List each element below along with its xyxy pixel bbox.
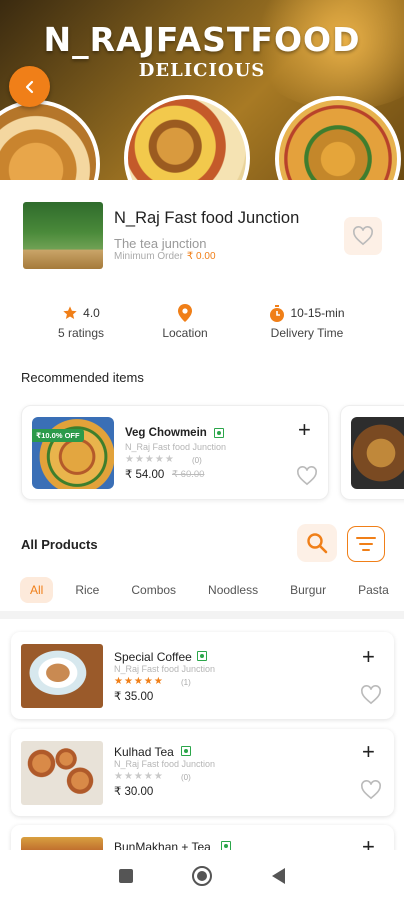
item-name: Special Coffee [114, 650, 192, 664]
item-restaurant: N_Raj Fast food Junction [114, 664, 216, 674]
category-tab-combos[interactable]: Combos [121, 577, 186, 603]
restaurant-page: N_RAJFASTFOOD DELICIOUS N_Raj Fast food … [0, 0, 404, 900]
minimum-order-value: ₹ 0.00 [186, 251, 216, 262]
restaurant-name: N_Raj Fast food Junction [114, 209, 300, 227]
timer-icon [270, 304, 285, 322]
item-image: ₹10.0% OFF [32, 417, 114, 489]
recommended-item-card[interactable]: ₹10.0% OFF Veg Chowmein N_Raj Fast food … [21, 405, 329, 500]
restaurant-tagline: The tea junction [114, 236, 207, 251]
category-tab-pasta[interactable]: Pasta [348, 577, 399, 603]
rating-value: 4.0 [83, 306, 100, 320]
item-rating-stars: ★★★★★ [114, 676, 164, 687]
veg-indicator-icon [197, 651, 207, 661]
restaurant-banner: N_RAJFASTFOOD DELICIOUS [0, 0, 404, 180]
recent-apps-icon[interactable] [118, 868, 134, 884]
category-tabs: All Rice Combos Noodless Burgur Pasta [20, 575, 404, 605]
location-label: Location [162, 326, 208, 340]
food-image-snacks [0, 100, 100, 180]
discount-badge: ₹10.0% OFF [32, 429, 84, 442]
veg-indicator-icon [181, 746, 191, 756]
ratings-count: 5 ratings [57, 326, 105, 340]
item-image [21, 741, 103, 805]
item-rating-count: (0) [192, 456, 202, 465]
item-rating-count: (0) [181, 773, 191, 782]
add-item-button[interactable]: + [298, 419, 311, 441]
veg-indicator-icon [214, 428, 224, 438]
food-image-burger [124, 95, 250, 180]
delivery-stat: 10-15-min Delivery Time [262, 304, 352, 340]
category-tab-noodless[interactable]: Noodless [198, 577, 268, 603]
star-icon [63, 306, 77, 319]
back-icon[interactable] [270, 867, 286, 885]
item-price: ₹ 35.00 [114, 691, 154, 703]
search-button[interactable] [297, 524, 337, 562]
location-pin-icon [178, 304, 192, 322]
heart-icon[interactable] [360, 780, 382, 800]
product-card[interactable]: Special Coffee N_Raj Fast food Junction … [11, 632, 394, 719]
heart-icon [353, 226, 373, 246]
section-divider [0, 611, 404, 619]
location-stat[interactable]: Location [150, 304, 220, 340]
add-item-button[interactable]: + [362, 646, 375, 668]
food-image-noodles [275, 96, 401, 180]
category-tab-all[interactable]: All [20, 577, 54, 603]
item-rating-count: (1) [181, 678, 191, 687]
system-navbar [0, 852, 404, 900]
home-icon[interactable] [191, 865, 213, 887]
recommended-item-card-next[interactable] [340, 405, 404, 500]
banner-subtitle: DELICIOUS [138, 60, 266, 81]
heart-icon[interactable] [360, 685, 382, 705]
item-name: Veg Chowmein [125, 427, 207, 439]
restaurant-thumbnail [23, 202, 103, 269]
delivery-time-value: 10-15-min [290, 306, 345, 320]
banner-title: N_RAJFASTFOOD [43, 20, 361, 59]
item-image [21, 644, 103, 708]
favorite-restaurant-button[interactable] [344, 217, 382, 255]
filter-button[interactable] [347, 526, 385, 562]
back-button[interactable] [9, 66, 50, 107]
delivery-time-label: Delivery Time [270, 326, 344, 340]
minimum-order: Minimum Order ₹ 0.00 [114, 251, 216, 262]
minimum-order-label: Minimum Order [114, 251, 183, 262]
category-tab-rice[interactable]: Rice [65, 577, 109, 603]
all-products-title: All Products [21, 537, 98, 552]
item-name: Kulhad Tea [114, 745, 174, 759]
heart-icon[interactable] [296, 466, 318, 486]
product-card[interactable]: Kulhad Tea N_Raj Fast food Junction ★★★★… [11, 729, 394, 816]
item-image [351, 417, 404, 489]
filter-icon [356, 537, 376, 551]
add-item-button[interactable]: + [362, 741, 375, 763]
item-price: ₹ 54.00 [125, 469, 165, 481]
rating-stat: 4.0 5 ratings [46, 304, 116, 340]
item-restaurant: N_Raj Fast food Junction [114, 759, 216, 769]
item-rating-stars: ★★★★★ [125, 454, 175, 465]
item-original-price: ₹ 60.00 [172, 469, 205, 480]
item-price: ₹ 30.00 [114, 786, 154, 798]
recommended-title: Recommended items [21, 370, 144, 385]
item-restaurant: N_Raj Fast food Junction [125, 442, 227, 452]
category-tab-burgur[interactable]: Burgur [280, 577, 336, 603]
item-rating-stars: ★★★★★ [114, 771, 164, 782]
chevron-left-icon [25, 80, 33, 93]
search-icon [307, 533, 328, 554]
